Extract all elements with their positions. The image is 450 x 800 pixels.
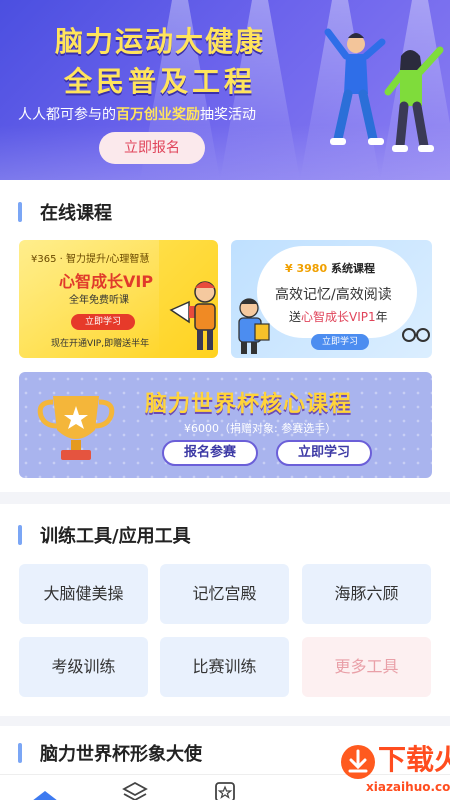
tool-grade-training[interactable]: 考级训练: [19, 637, 148, 697]
tool-brain-exercise[interactable]: 大脑健美操: [19, 564, 148, 624]
system-course-card[interactable]: ¥ 3980 系统课程 高效记忆/高效阅读 送心智成长VIP1年 立即学习: [231, 240, 432, 358]
banner-subtitle: 人人都可参与的百万创业奖励抽奖活动: [18, 107, 256, 123]
layers-icon[interactable]: [122, 781, 148, 800]
watermark-brand: 下载火: [378, 743, 450, 776]
system-line2: 送心智成长VIP1年: [289, 310, 388, 324]
worldcup-course-card[interactable]: 脑力世界杯核心课程 ¥6000（捐赠对象: 参赛选手） 报名参赛 立即学习: [19, 372, 432, 478]
banner-title-line2: 全民普及工程: [63, 65, 256, 98]
vip-sub: 全年免费听课: [69, 295, 129, 306]
home-icon[interactable]: [30, 789, 60, 800]
trophy-icon: [37, 396, 115, 460]
section-title: 在线课程: [40, 203, 112, 224]
tool-memory-palace[interactable]: 记忆宫殿: [160, 564, 289, 624]
promo-banner[interactable]: 脑力运动大健康 全民普及工程 人人都可参与的百万创业奖励抽奖活动 立即报名: [0, 0, 450, 180]
heading-accent-bar: [18, 525, 22, 545]
watermark-logo: 下载火 xiazaihuo.com: [260, 738, 450, 800]
download-logo-icon: [341, 745, 375, 779]
online-courses-heading: 在线课程: [18, 199, 112, 225]
worldcup-title: 脑力世界杯核心课程: [145, 392, 353, 417]
dancers-illustration: [324, 28, 444, 152]
tool-more[interactable]: 更多工具: [302, 637, 431, 697]
vip-course-card[interactable]: ¥365 · 智力提升/心理智慧 心智成长VIP 全年免费听课 立即学习 现在开…: [19, 240, 218, 358]
section-title: 训练工具/应用工具: [40, 526, 191, 547]
worldcup-learn-button[interactable]: 立即学习: [276, 440, 372, 466]
vip-tag: ¥365 · 智力提升/心理智慧: [31, 254, 150, 265]
vip-note: 现在开通VIP,即赠送半年: [51, 339, 150, 349]
star-box-icon[interactable]: [214, 781, 236, 800]
heading-accent-bar: [18, 202, 22, 222]
tool-contest-training[interactable]: 比赛训练: [160, 637, 289, 697]
student-reading-icon: [238, 298, 270, 354]
worldcup-price: ¥6000（捐赠对象: 参赛选手）: [184, 422, 337, 435]
tools-heading: 训练工具/应用工具: [18, 522, 191, 548]
ambassador-heading: 脑力世界杯形象大使: [18, 740, 202, 766]
tool-dolphin[interactable]: 海豚六顾: [302, 564, 431, 624]
system-price: ¥ 3980 系统课程: [285, 262, 375, 275]
section-title: 脑力世界杯形象大使: [40, 744, 202, 765]
vip-headline: 心智成长VIP: [59, 272, 154, 291]
vip-learn-button[interactable]: 立即学习: [71, 314, 135, 330]
heading-accent-bar: [18, 743, 22, 763]
banner-title-line1: 脑力运动大健康: [54, 25, 265, 58]
worldcup-signup-button[interactable]: 报名参赛: [162, 440, 258, 466]
glasses-icon: [402, 328, 430, 342]
system-line1: 高效记忆/高效阅读: [275, 287, 392, 303]
megaphone-kid-icon: [169, 281, 216, 350]
app-page: 脑力运动大健康 全民普及工程 人人都可参与的百万创业奖励抽奖活动 立即报名 在线…: [0, 0, 450, 800]
system-learn-button[interactable]: 立即学习: [311, 334, 369, 350]
watermark-url: xiazaihuo.com: [366, 780, 450, 794]
signup-now-button[interactable]: 立即报名: [99, 132, 205, 164]
